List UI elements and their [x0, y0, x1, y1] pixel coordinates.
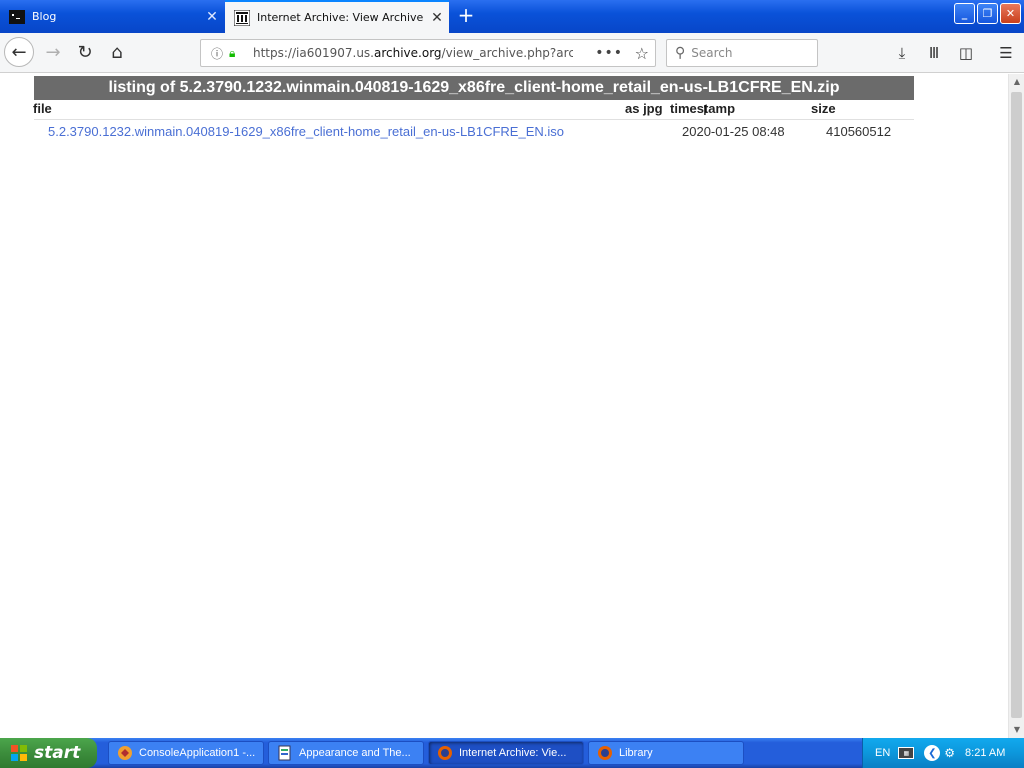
task-label: Appearance and The... — [299, 747, 411, 759]
scroll-thumb[interactable] — [1011, 92, 1022, 718]
task-label: Internet Archive: Vie... — [459, 747, 567, 759]
download-icon[interactable]: ⤓ — [890, 41, 914, 65]
tab-strip: Blog ✕ Internet Archive: View Archive ✕ … — [0, 0, 1024, 33]
archive-building-icon — [233, 9, 251, 26]
control-panel-icon — [277, 745, 293, 761]
search-icon: ⚲ — [675, 45, 686, 61]
url-domain: archive.org — [374, 46, 442, 60]
close-tab-icon[interactable]: ✕ — [200, 9, 224, 25]
close-tab-icon[interactable]: ✕ — [425, 10, 449, 26]
minimize-icon[interactable]: _ — [954, 3, 975, 24]
library-icon — [597, 745, 613, 761]
start-button[interactable]: start — [0, 738, 97, 768]
lock-icon[interactable]: 🔒︎ — [229, 46, 245, 61]
column-header-as-jpg: as jpg — [625, 101, 663, 116]
scroll-up-arrow-icon[interactable]: ▲ — [1009, 74, 1024, 90]
text-cursor-icon: I — [703, 104, 707, 119]
listing-title: listing of 5.2.3790.1232.winmain.040819-… — [34, 76, 914, 100]
windows-logo-icon — [10, 744, 28, 762]
language-indicator[interactable]: EN — [875, 747, 890, 759]
tab-blog[interactable]: Blog ✕ — [0, 0, 224, 33]
navigation-toolbar: ← → ↻ ⌂ ⓘ 🔒︎ https://ia601907.us.archive… — [0, 33, 1024, 73]
firefox-icon — [437, 745, 453, 761]
file-size: 410560512 — [826, 124, 892, 139]
url-path: /view_archive.php?arch — [441, 46, 573, 60]
taskbar: start ConsoleApplication1 -... Appearanc… — [0, 738, 1024, 768]
reload-icon[interactable]: ↻ — [70, 37, 100, 67]
column-header-file: file — [33, 101, 52, 116]
sidebar-icon[interactable]: ◫ — [954, 41, 978, 65]
file-timestamp: 2020-01-25 08:48 — [682, 124, 785, 139]
forward-arrow-icon[interactable]: → — [38, 37, 68, 67]
address-bar[interactable]: ⓘ 🔒︎ https://ia601907.us.archive.org/vie… — [200, 39, 656, 67]
keyboard-icon[interactable]: ▦ — [898, 747, 915, 759]
home-icon[interactable]: ⌂ — [102, 37, 132, 67]
tab-title: Blog — [32, 10, 57, 23]
tab-title: Internet Archive: View Archive — [257, 11, 424, 24]
task-label: Library — [619, 747, 653, 759]
bookmark-star-icon[interactable]: ☆ — [635, 44, 649, 63]
header-divider — [34, 119, 914, 120]
taskbar-button-console-application[interactable]: ConsoleApplication1 -... — [108, 741, 264, 765]
window-controls: _ ❐ ✕ — [954, 3, 1021, 24]
taskbar-button-internet-archive[interactable]: Internet Archive: Vie... — [428, 741, 584, 765]
clock[interactable]: 8:21 AM — [965, 747, 1005, 759]
terminal-icon — [9, 9, 25, 25]
new-tab-plus-icon[interactable]: + — [454, 4, 478, 28]
scroll-down-arrow-icon[interactable]: ▼ — [1009, 722, 1024, 738]
url-text[interactable]: https://ia601907.us.archive.org/view_arc… — [253, 46, 573, 60]
hamburger-menu-icon[interactable]: ☰ — [994, 41, 1018, 65]
restore-icon[interactable]: ❐ — [977, 3, 998, 24]
page-content: listing of 5.2.3790.1232.winmain.040819-… — [0, 74, 1008, 738]
url-prefix: https://ia601907.us. — [253, 46, 374, 60]
task-label: ConsoleApplication1 -... — [139, 747, 256, 759]
site-info-icon[interactable]: ⓘ — [207, 45, 227, 62]
taskbar-button-library[interactable]: Library — [588, 741, 744, 765]
network-icon[interactable]: ⚙ — [944, 746, 955, 760]
column-header-size: size — [811, 101, 836, 116]
vertical-scrollbar[interactable]: ▲ ▼ — [1008, 74, 1024, 738]
window-close-icon[interactable]: ✕ — [1000, 3, 1021, 24]
page-actions-menu-icon[interactable]: ••• — [595, 45, 623, 61]
search-input[interactable]: ⚲ Search — [666, 39, 818, 67]
taskbar-button-appearance-themes[interactable]: Appearance and The... — [268, 741, 424, 765]
system-tray: EN ▦ ❮ ⚙ 8:21 AM — [862, 738, 1024, 768]
search-placeholder: Search — [691, 46, 733, 60]
library-icon[interactable]: Ⅲ — [922, 41, 946, 65]
back-arrow-icon[interactable]: ← — [4, 37, 34, 67]
visual-studio-icon — [117, 745, 133, 761]
show-hidden-icons-icon[interactable]: ❮ — [924, 745, 941, 761]
tab-internet-archive[interactable]: Internet Archive: View Archive ✕ — [225, 0, 449, 33]
file-link[interactable]: 5.2.3790.1232.winmain.040819-1629_x86fre… — [48, 124, 564, 139]
start-label: start — [34, 743, 81, 763]
